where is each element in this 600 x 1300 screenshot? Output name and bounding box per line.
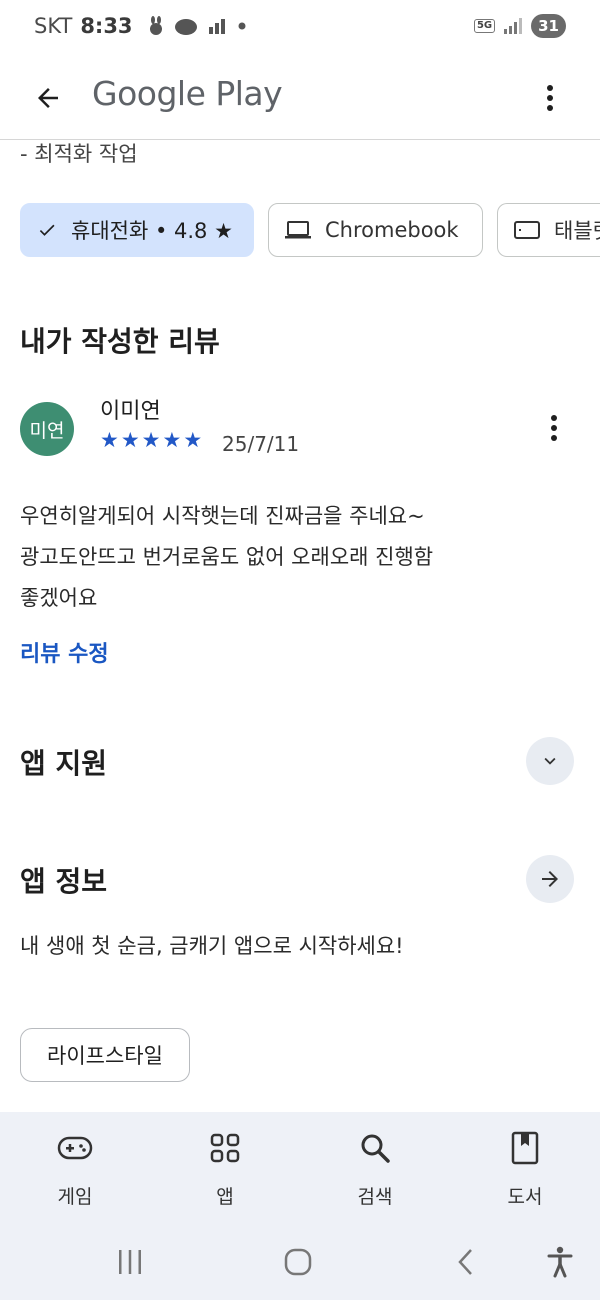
review-line: 우연히알게되어 시작햇는데 진짜금을 주네요~	[20, 504, 425, 528]
star-icon: ★	[183, 428, 203, 452]
carrier-label: SKT	[34, 14, 73, 38]
star-rating: ★ ★ ★ ★ ★	[100, 428, 202, 452]
app-title: Google Play	[92, 74, 283, 113]
nav-search-label: 검색	[357, 1186, 393, 1208]
avatar: 미연	[20, 402, 74, 456]
accessibility-button[interactable]	[536, 1242, 584, 1282]
status-bar: SKT 8:33 5G 31	[0, 0, 600, 56]
app-bar: Google Play	[0, 56, 600, 140]
battery-badge: 31	[531, 14, 566, 38]
whats-new-text: - 최적화 작업	[20, 142, 138, 166]
reviewer-name: 이미연	[100, 399, 161, 424]
chip-chromebook-label: Chromebook	[325, 218, 459, 242]
nav-games-label: 게임	[57, 1186, 93, 1208]
home-button[interactable]	[274, 1242, 322, 1282]
chip-tablet-label: 태블릿	[554, 219, 600, 243]
star-icon: ★	[162, 428, 182, 452]
dot-icon	[238, 22, 246, 30]
chip-chromebook[interactable]: Chromebook	[268, 203, 483, 257]
nav-books-label: 도서	[507, 1186, 543, 1208]
status-right: 5G 31	[473, 14, 566, 38]
app-info-title[interactable]: 앱 정보	[20, 860, 107, 900]
home-icon	[284, 1248, 312, 1276]
more-vert-icon	[551, 415, 557, 441]
cloud-icon	[174, 19, 197, 35]
tablet-icon	[514, 220, 540, 240]
network-badge: 5G	[473, 19, 496, 33]
gamepad-icon	[57, 1130, 93, 1166]
nav-search[interactable]: 검색	[300, 1112, 450, 1230]
chevron-left-icon	[458, 1249, 472, 1275]
star-icon: ★	[120, 428, 140, 452]
my-review-title: 내가 작성한 리뷰	[20, 325, 220, 358]
nav-apps-label: 앱	[216, 1186, 234, 1208]
app-support-title[interactable]: 앱 지원	[20, 742, 107, 782]
system-navigation-bar	[0, 1230, 600, 1300]
chip-phone[interactable]: 휴대전화 • 4.8 ★	[20, 203, 254, 257]
system-back-button[interactable]	[442, 1242, 490, 1282]
arrow-forward-icon	[542, 871, 558, 887]
rabbit-icon	[149, 16, 162, 35]
laptop-icon	[285, 220, 311, 240]
clock: 8:33	[80, 14, 133, 38]
chip-phone-label: 휴대전화 • 4.8 ★	[71, 219, 233, 243]
more-options-button[interactable]	[528, 76, 572, 120]
arrow-back-icon	[38, 88, 58, 108]
category-chip[interactable]: 라이프스타일	[20, 1028, 190, 1082]
nav-books[interactable]: 도서	[450, 1112, 600, 1230]
expand-app-support-button[interactable]	[526, 737, 574, 785]
nav-apps[interactable]: 앱	[150, 1112, 300, 1230]
bottom-navigation: 게임 앱 검색 도서	[0, 1112, 600, 1230]
apps-grid-icon	[210, 1130, 240, 1166]
review-date: 25/7/11	[222, 432, 300, 456]
signal-icon	[504, 18, 523, 34]
nav-games[interactable]: 게임	[0, 1112, 150, 1230]
notification-icons	[147, 16, 248, 36]
more-vert-icon	[547, 85, 553, 111]
chevron-down-icon	[544, 757, 556, 765]
back-button[interactable]	[26, 76, 70, 120]
star-icon: ★	[100, 428, 119, 452]
chip-tablet[interactable]: 태블릿	[497, 203, 600, 257]
check-icon	[37, 220, 57, 240]
review-more-button[interactable]	[534, 406, 574, 450]
recent-apps-icon	[119, 1250, 141, 1274]
search-icon	[359, 1130, 391, 1166]
review-line: 광고도안뜨고 번거로움도 없어 오래오래 진행함	[20, 545, 434, 569]
accessibility-icon	[547, 1246, 573, 1278]
review-text: 우연히알게되어 시작햇는데 진짜금을 주네요~ 광고도안뜨고 번거로움도 없어 …	[20, 496, 580, 619]
review-line: 좋겠어요	[20, 586, 98, 610]
status-left: SKT 8:33	[34, 14, 248, 38]
star-icon: ★	[141, 428, 161, 452]
app-description: 내 생애 첫 순금, 금캐기 앱으로 시작하세요!	[20, 934, 404, 958]
recent-apps-button[interactable]	[106, 1242, 154, 1282]
app-info-arrow-button[interactable]	[526, 855, 574, 903]
chart-icon	[208, 19, 225, 34]
book-icon	[511, 1130, 539, 1166]
edit-review-link[interactable]: 리뷰 수정	[20, 636, 109, 668]
